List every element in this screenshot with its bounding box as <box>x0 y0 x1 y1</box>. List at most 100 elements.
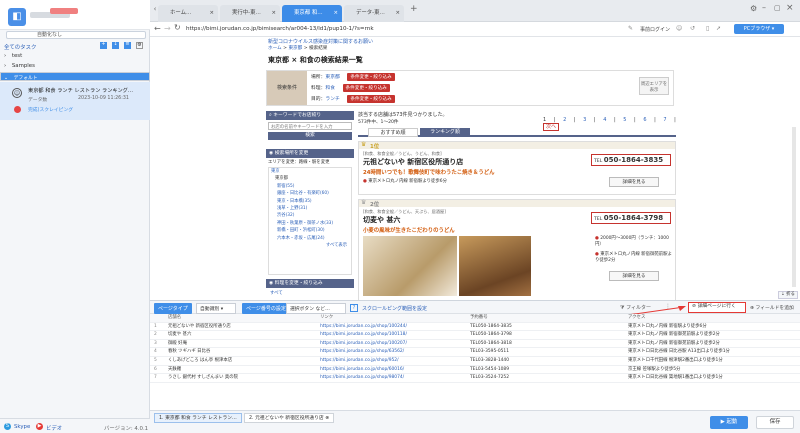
shop-name[interactable]: 元祖どないや 新宿区役所通り店 <box>363 157 463 167</box>
column-header[interactable]: リンク <box>320 314 333 323</box>
area-link[interactable]: 東京・日本橋(35) <box>271 198 351 205</box>
crown-icon: ♛ <box>361 199 367 206</box>
task-title: 東京都 和食 ランチ レストラン ランキング… <box>28 88 134 94</box>
reload-icon[interactable]: ↻ <box>174 23 181 32</box>
page-number-select[interactable]: 選択ボタン など… <box>286 303 346 314</box>
breadcrumb: ホーム > 東京都 > 検索結果 <box>268 46 328 51</box>
collapse-button[interactable]: ⇣ 折る <box>778 291 798 299</box>
notice-link[interactable]: 新型コロナウイルス感染症対策に関するお願い <box>268 38 373 45</box>
change-purpose-button[interactable]: 条件変更・絞り込み <box>347 95 395 103</box>
task-item[interactable]: ☺ 東京都 和食 ランチ レストラン ランキング… データ数 2023-10-0… <box>0 82 150 120</box>
tab-running[interactable]: 実行中-東… × <box>220 5 280 22</box>
edit-icon[interactable]: ✎ <box>628 25 633 32</box>
close-icon[interactable]: × <box>271 5 276 22</box>
tab-recommended[interactable]: おすすめ順 <box>368 128 418 137</box>
area-link[interactable]: 銀座・日比谷・有楽町(60) <box>271 190 351 197</box>
area-link[interactable]: 新宿(55) <box>271 183 351 190</box>
close-icon[interactable]: ⊗ <box>325 416 329 421</box>
cursor-icon[interactable]: ➚ <box>716 25 721 32</box>
table-row[interactable]: 2 切麦や 甚六 https://bimi.jorudan.co.jp/shop… <box>150 331 800 340</box>
page-scrollbar[interactable] <box>792 127 796 287</box>
area-link[interactable]: 渋谷(32) <box>271 212 351 219</box>
sort-icon[interactable]: ≡ <box>124 42 131 49</box>
detail-button[interactable]: 詳細を見る <box>609 271 659 281</box>
tree-item-samples[interactable]: › Samples <box>0 62 150 71</box>
table-row[interactable]: 6 天麩羅 https://bimi.jorudan.co.jp/shop/60… <box>150 366 800 375</box>
all-tasks-label[interactable]: 全てのタスク <box>4 43 36 51</box>
shop-tel[interactable]: TEL 050-1864-3835 <box>591 154 671 166</box>
keyword-input[interactable] <box>268 122 352 130</box>
settings-icon[interactable]: ⚙ <box>750 4 757 13</box>
column-header[interactable]: 店舗名 <box>168 314 181 323</box>
maximize-icon[interactable]: ▢ <box>774 4 781 12</box>
close-icon[interactable]: × <box>395 5 400 22</box>
more-icon[interactable]: ⋮ <box>664 304 672 312</box>
tab-data[interactable]: データ-東… × <box>344 5 404 22</box>
skype-icon[interactable]: S <box>4 423 11 430</box>
tree-item-test[interactable]: › test <box>0 52 150 61</box>
settings-icon[interactable]: ⚙ <box>136 42 143 49</box>
sort-tabs: おすすめ順 ランキング順 <box>358 127 676 137</box>
video-icon[interactable]: ▶ <box>36 423 43 430</box>
nearby-area-button[interactable]: 周辺エリアを表示 <box>639 77 669 95</box>
video-link[interactable]: ビデオ <box>46 424 62 432</box>
save-button[interactable]: 保存 <box>756 416 794 429</box>
run-button[interactable]: ▶ 起動 <box>710 416 748 429</box>
tab-home[interactable]: ホーム… × <box>158 5 218 22</box>
window-close-icon[interactable]: × <box>786 3 794 13</box>
shop-tel[interactable]: TEL 050-1864-3798 <box>591 212 671 224</box>
sidebar-header: ◧ <box>0 0 150 30</box>
change-cuisine-button[interactable]: 条件変更・絞り込み <box>342 84 390 92</box>
scroll-range-link[interactable]: スクロールピング範囲を設定 <box>362 305 427 312</box>
column-header[interactable]: アクセス <box>628 314 645 323</box>
area-link[interactable]: 六本木・赤坂・広尾(24) <box>271 235 351 242</box>
user-icon[interactable]: ☺ <box>676 25 682 32</box>
go-to-detail-page-button[interactable]: ⊘ 詳細ページに行く <box>688 302 746 313</box>
mobile-icon[interactable]: ▯ <box>706 25 709 32</box>
shop-name[interactable]: 切麦や 甚六 <box>363 215 400 225</box>
new-task-button[interactable]: 自動化なし <box>6 31 146 39</box>
show-all-link[interactable]: すべて表示 <box>271 242 351 249</box>
results-column: 該当する店舗は573件見つかりました。 573件中、1〜20件 1 | 2 | … <box>358 111 676 300</box>
table-row[interactable]: 1 元祖どないや 新宿区役所通り店 https://bimi.jorudan.c… <box>150 323 800 332</box>
area-link[interactable]: 東京 <box>271 168 351 175</box>
keyword-title: ⌕ キーワードでお店絞り <box>266 111 354 120</box>
tree-item-default[interactable]: ⌄ デフォルト <box>0 72 150 81</box>
table-row[interactable]: 3 御殿 好庵 https://bimi.jorudan.co.jp/shop/… <box>150 340 800 349</box>
skype-link[interactable]: Skype <box>14 424 30 430</box>
add-field-button[interactable]: ⊕ フィールドを追加 <box>750 304 794 311</box>
import-icon[interactable]: ↓ <box>112 42 119 49</box>
area-link[interactable]: 神田・秋葉原・御茶ノ水(33) <box>271 220 351 227</box>
tab-ranking[interactable]: ランキング順 <box>420 128 470 137</box>
detail-button[interactable]: 詳細を見る <box>609 177 659 187</box>
condition-row-cuisine: 料理：和食 条件変更・絞り込み <box>311 84 390 92</box>
table-row[interactable]: 4 春秋 ツギハギ 日比谷 https://bimi.jorudan.co.jp… <box>150 348 800 357</box>
close-icon[interactable]: × <box>209 5 214 22</box>
column-header[interactable]: 予約番号 <box>470 314 488 323</box>
area-link[interactable]: 浅草・上野(31) <box>271 205 351 212</box>
url-field[interactable]: https://bimi.jorudan.co.jp/bimisearch/ar… <box>186 26 374 32</box>
table-row[interactable]: 7 うさし 銀代村 すしざんまい 奥の院 https://bimi.joruda… <box>150 374 800 383</box>
help-icon[interactable]: ? <box>350 304 358 312</box>
minimize-icon[interactable]: – <box>762 3 766 12</box>
tab-tokyo[interactable]: 東京都 和… × <box>282 5 342 22</box>
folder-add-icon[interactable]: + <box>100 42 107 49</box>
pc-browser-button[interactable]: PCブラウザ ▾ <box>734 24 784 34</box>
table-row[interactable]: 5 くしあげどころ はん亭 根津本店 https://bimi.jorudan.… <box>150 357 800 366</box>
keyword-search-button[interactable]: 検索 <box>268 132 352 140</box>
login-button[interactable]: 事前ログイン <box>640 26 670 33</box>
reload-page-icon[interactable]: ↺ <box>690 25 695 32</box>
change-place-button[interactable]: 条件変更・絞り込み <box>347 73 395 81</box>
page-type-select[interactable]: 自動識別 ▾ <box>196 303 236 314</box>
cuisine-all-link[interactable]: すべて <box>270 290 283 296</box>
close-icon[interactable]: × <box>333 5 338 22</box>
area-change[interactable]: エリアを変更：路線・駅を変更 <box>268 159 329 165</box>
filter-button[interactable]: ⧩ フィルター <box>620 304 651 311</box>
step-tab[interactable]: 2. 元祖どないや 新宿区役所通り店 ⊗ <box>244 413 335 423</box>
forward-icon[interactable]: → <box>164 24 171 33</box>
new-tab-icon[interactable]: + <box>410 4 418 14</box>
step-tab[interactable]: 1. 東京都 和食 ランチ レストラン… <box>154 413 242 423</box>
yen-icon: ● <box>595 236 599 241</box>
area-link[interactable]: 新橋・田町・浜松町(30) <box>271 227 351 234</box>
back-icon[interactable]: ← <box>154 24 161 33</box>
